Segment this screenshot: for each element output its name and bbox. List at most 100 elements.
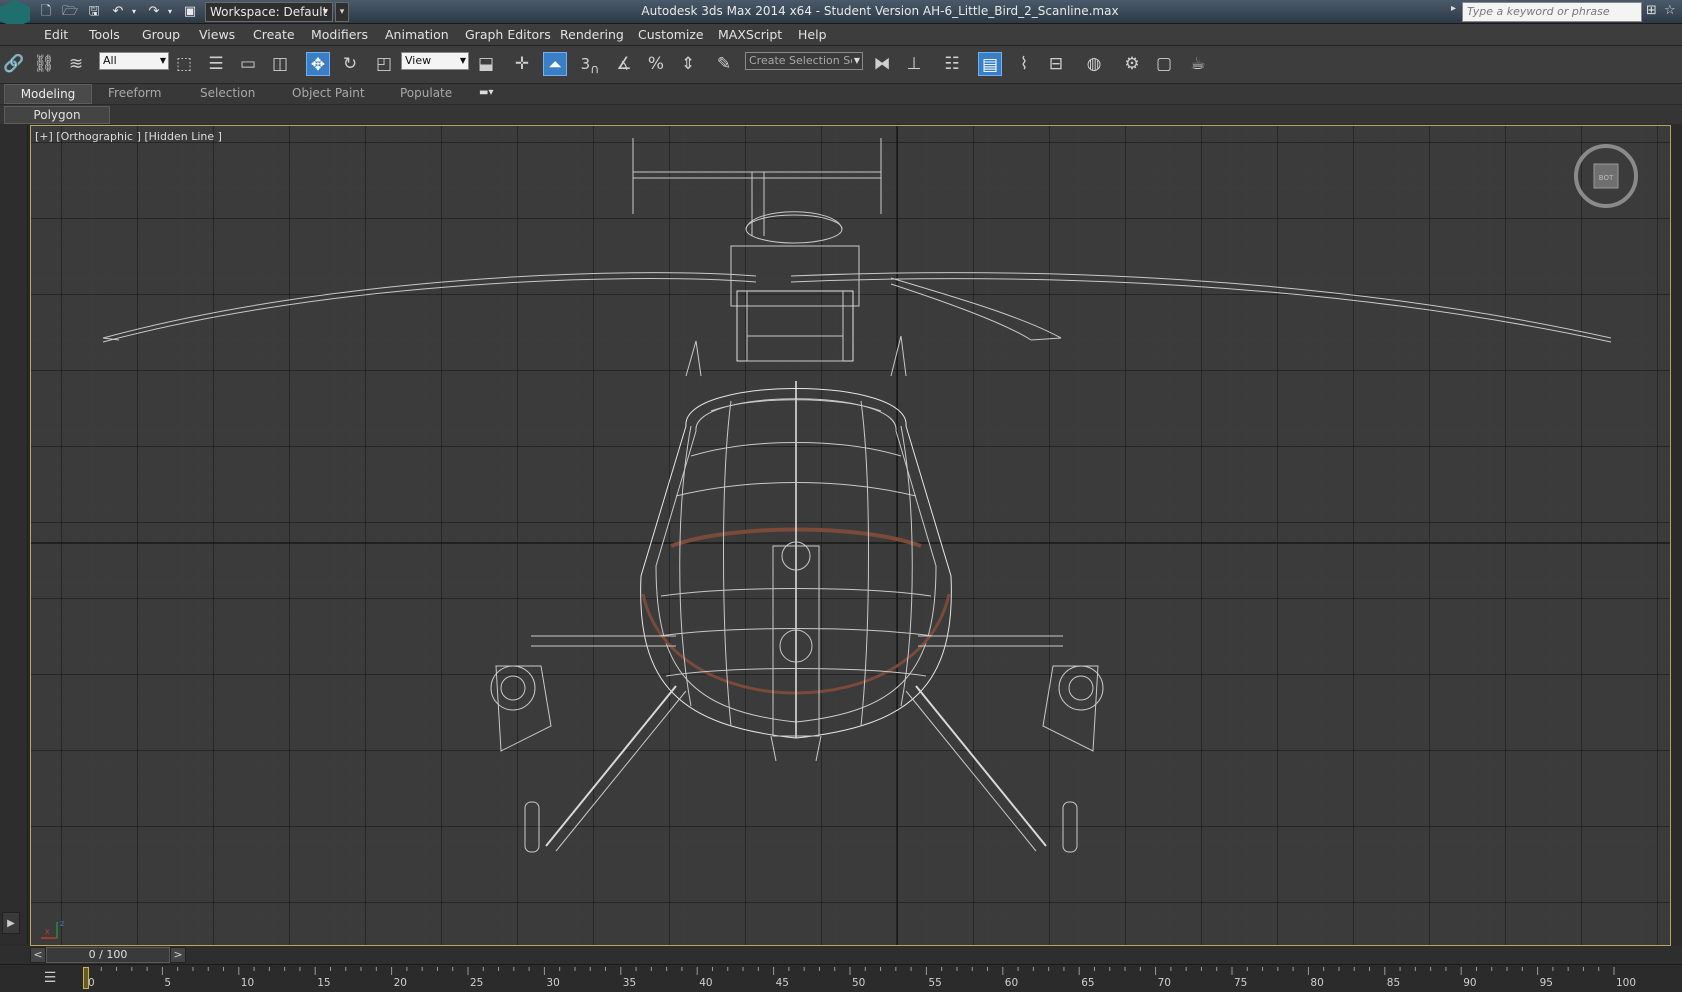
helicopter-wireframe: BOT z x [31, 126, 1670, 945]
binoculars-icon[interactable]: ⊞ [1646, 3, 1657, 18]
time-prev-button[interactable]: < [30, 947, 46, 963]
svg-text:x: x [45, 927, 50, 936]
track-tick-label: 95 [1539, 977, 1553, 989]
menu-help[interactable]: Help [798, 27, 827, 42]
track-tick-label: 45 [775, 977, 789, 989]
time-slider-thumb[interactable]: 0 / 100 [46, 947, 170, 963]
render-setup-icon[interactable]: ⚙ [1120, 52, 1144, 76]
menu-rendering[interactable]: Rendering [560, 27, 624, 42]
snaps-toggle-label: 3 [580, 55, 591, 73]
track-tick-label: 40 [699, 977, 713, 989]
spinner-snap-icon[interactable]: ⇕ [676, 52, 700, 76]
select-by-name-icon[interactable]: ☰ [204, 52, 228, 76]
keyboard-shortcut-override-icon[interactable]: ⏶ [543, 52, 567, 76]
pivot-point-icon[interactable]: ⬓ [474, 52, 498, 76]
ribbon-bar: Modeling Freeform Selection Object Paint… [0, 84, 1682, 104]
workspace-dropdown[interactable]: Workspace: Default ▾ [205, 2, 333, 22]
menu-graph-editors[interactable]: Graph Editors [465, 27, 551, 42]
chevron-down-icon: ▼ [159, 56, 166, 65]
workspace-label: Workspace: Default [210, 5, 328, 19]
ribbon-tab-freeform[interactable]: Freeform [108, 86, 161, 100]
menu-modifiers[interactable]: Modifiers [311, 27, 368, 42]
material-editor-icon[interactable]: ◍ [1082, 52, 1106, 76]
named-selection-set-dropdown[interactable]: Create Selection Se ▼ [745, 52, 863, 70]
window-crossing-icon[interactable]: ◫ [268, 52, 292, 76]
track-tick-label: 65 [1081, 977, 1095, 989]
percent-snap-icon[interactable]: % [644, 52, 668, 76]
polygon-modeling-button[interactable]: Polygon Modeling [4, 106, 110, 138]
track-tick-label: 25 [470, 977, 484, 989]
scene-explorer-icon[interactable]: ▤ [978, 52, 1002, 76]
search-input[interactable]: Type a keyword or phrase [1462, 2, 1642, 22]
track-tick-label: 75 [1234, 977, 1248, 989]
redo-dropdown-icon[interactable]: ▾ [161, 3, 179, 21]
bind-space-warp-icon[interactable]: ≋ [64, 52, 88, 76]
expand-arrow-icon[interactable]: ▶ [2, 912, 20, 934]
time-next-button[interactable]: > [170, 947, 186, 963]
select-and-rotate-icon[interactable]: ↻ [338, 52, 362, 76]
curve-editor-icon[interactable]: ⌇ [1012, 52, 1036, 76]
ribbon-tab-selection[interactable]: Selection [200, 86, 255, 100]
link-icon[interactable]: 🔗 [2, 52, 26, 76]
menu-customize[interactable]: Customize [638, 27, 704, 42]
reference-coordinate-dropdown[interactable]: View ▼ [401, 52, 469, 70]
search-expand-icon[interactable]: ▸ [1451, 3, 1456, 14]
viewcube-face-label: BOT [1599, 174, 1614, 182]
menu-create[interactable]: Create [253, 27, 295, 42]
mirror-icon[interactable]: ⧓ [870, 52, 894, 76]
svg-text:z: z [60, 919, 64, 928]
chevron-down-icon: ▼ [459, 56, 466, 65]
ribbon-tab-object-paint[interactable]: Object Paint [292, 86, 365, 100]
snaps-toggle-icon[interactable]: 3∩ [578, 52, 602, 76]
track-tick-label: 30 [546, 977, 560, 989]
save-icon[interactable]: 🖫 [85, 3, 103, 21]
menu-edit[interactable]: Edit [44, 27, 68, 42]
selection-filter-dropdown[interactable]: All ▼ [99, 52, 169, 70]
track-tick-label: 55 [928, 977, 942, 989]
select-and-move-icon[interactable]: ✥ [306, 52, 330, 76]
orthographic-viewport[interactable]: [+] [Orthographic ] [Hidden Line ] BOT z… [30, 125, 1671, 946]
reference-coordinate-value: View [405, 54, 432, 67]
favorites-icon[interactable]: ☆ [1664, 3, 1676, 18]
track-bar[interactable]: ☰ 0 5 10 15 20 25 30 35 40 45 50 55 60 65 70 75 80 85 90 95… [0, 964, 1682, 991]
menu-bar: Edit Tools Group Views Create Modifiers … [0, 24, 1682, 46]
window-title: Autodesk 3ds Max 2014 x64 - Student Vers… [641, 4, 1119, 18]
open-icon[interactable]: 🗁 [61, 3, 79, 21]
align-icon[interactable]: ⊥ [902, 52, 926, 76]
project-folder-icon[interactable]: ▣ [181, 3, 199, 21]
angle-snap-icon[interactable]: ∡ [612, 52, 636, 76]
track-tick-label: 80 [1310, 977, 1324, 989]
track-tick-label: 0 [88, 977, 95, 989]
select-object-icon[interactable]: ⬚ [172, 52, 196, 76]
undo-dropdown-icon[interactable]: ▾ [125, 3, 143, 21]
new-file-icon[interactable]: 🗋 [37, 3, 55, 21]
select-and-scale-icon[interactable]: ◰ [372, 52, 396, 76]
track-tick-label: 100 [1616, 977, 1637, 989]
quick-access-dropdown[interactable]: ▾ [335, 2, 349, 22]
menu-group[interactable]: Group [142, 27, 180, 42]
selection-filter-value: All [103, 54, 117, 67]
menu-tools[interactable]: Tools [89, 27, 120, 42]
ribbon-tab-populate[interactable]: Populate [400, 86, 452, 100]
menu-views[interactable]: Views [199, 27, 235, 42]
render-production-icon[interactable]: ☕ [1186, 52, 1210, 76]
ribbon-subpanel: Polygon Modeling [0, 104, 1682, 138]
menu-maxscript[interactable]: MAXScript [718, 27, 782, 42]
layer-explorer-icon[interactable]: ☷ [940, 52, 964, 76]
viewcube-icon: BOT [1574, 144, 1638, 208]
track-tick-label: 20 [393, 977, 407, 989]
named-selection-set-value: Create Selection Se [749, 54, 857, 67]
track-tick-label: 60 [1004, 977, 1019, 989]
unlink-icon[interactable]: ⛓ [32, 52, 56, 76]
schematic-view-icon[interactable]: ⊟ [1044, 52, 1068, 76]
select-manipulate-icon[interactable]: ✛ [510, 52, 534, 76]
rendered-frame-window-icon[interactable]: ▢ [1152, 52, 1176, 76]
menu-animation[interactable]: Animation [385, 27, 449, 42]
track-tick-label: 50 [852, 977, 866, 989]
track-tick-label: 90 [1463, 977, 1477, 989]
ribbon-tab-modeling[interactable]: Modeling [4, 84, 92, 104]
ribbon-options-icon[interactable]: ▬▾ [479, 87, 503, 101]
edit-named-selection-icon[interactable]: ✎ [712, 52, 736, 76]
track-tick-label: 15 [317, 977, 331, 989]
rect-selection-region-icon[interactable]: ▭ [236, 52, 260, 76]
